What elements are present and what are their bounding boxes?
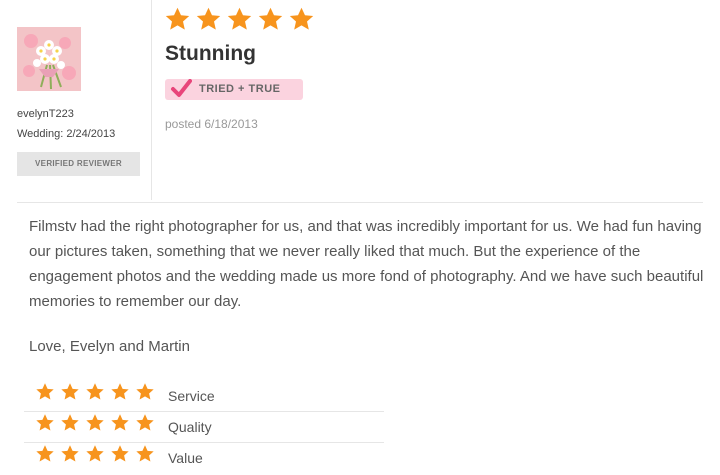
- star-icon: [135, 413, 155, 433]
- rating-label-service: Service: [168, 388, 215, 404]
- star-icon: [35, 413, 55, 433]
- verified-reviewer-badge: VERIFIED REVIEWER: [17, 152, 140, 176]
- wedding-date: Wedding: 2/24/2013: [17, 128, 116, 140]
- check-icon: [171, 79, 192, 97]
- star-icon: [257, 6, 284, 33]
- star-icon: [85, 444, 105, 464]
- bouquet-avatar-icon: [17, 27, 81, 91]
- posted-date: posted 6/18/2013: [165, 117, 258, 131]
- star-icon: [110, 382, 130, 402]
- star-icon: [60, 413, 80, 433]
- review-body: Filmstv had the right photographer for u…: [29, 218, 704, 310]
- star-icon: [35, 444, 55, 464]
- rating-label-value: Value: [168, 450, 203, 466]
- reviewer-name[interactable]: evelynT223: [17, 108, 74, 120]
- star-icon: [135, 444, 155, 464]
- star-icon: [60, 444, 80, 464]
- quality-stars: [35, 413, 155, 433]
- overall-rating: [164, 6, 315, 34]
- tried-true-label: TRIED + TRUE: [199, 83, 281, 95]
- star-icon: [110, 413, 130, 433]
- avatar[interactable]: [17, 27, 81, 91]
- service-stars: [35, 382, 155, 402]
- star-icon: [60, 382, 80, 402]
- star-icon: [110, 444, 130, 464]
- review-signoff: Love, Evelyn and Martin: [29, 338, 190, 355]
- star-icon: [226, 6, 253, 33]
- rating-row-value: Value: [24, 442, 384, 473]
- rating-label-quality: Quality: [168, 419, 212, 435]
- rating-row-service: Service: [24, 380, 384, 412]
- star-icon: [85, 382, 105, 402]
- review-title: Stunning: [165, 42, 256, 65]
- value-stars: [35, 444, 155, 464]
- star-icon: [195, 6, 222, 33]
- tried-true-badge: TRIED + TRUE: [165, 79, 303, 100]
- divider: [17, 202, 703, 203]
- star-icon: [135, 382, 155, 402]
- star-icon: [35, 382, 55, 402]
- star-icon: [288, 6, 315, 33]
- rating-row-quality: Quality: [24, 411, 384, 443]
- reviewer-panel: evelynT223 Wedding: 2/24/2013 VERIFIED R…: [0, 0, 152, 200]
- star-icon: [85, 413, 105, 433]
- star-icon: [164, 6, 191, 33]
